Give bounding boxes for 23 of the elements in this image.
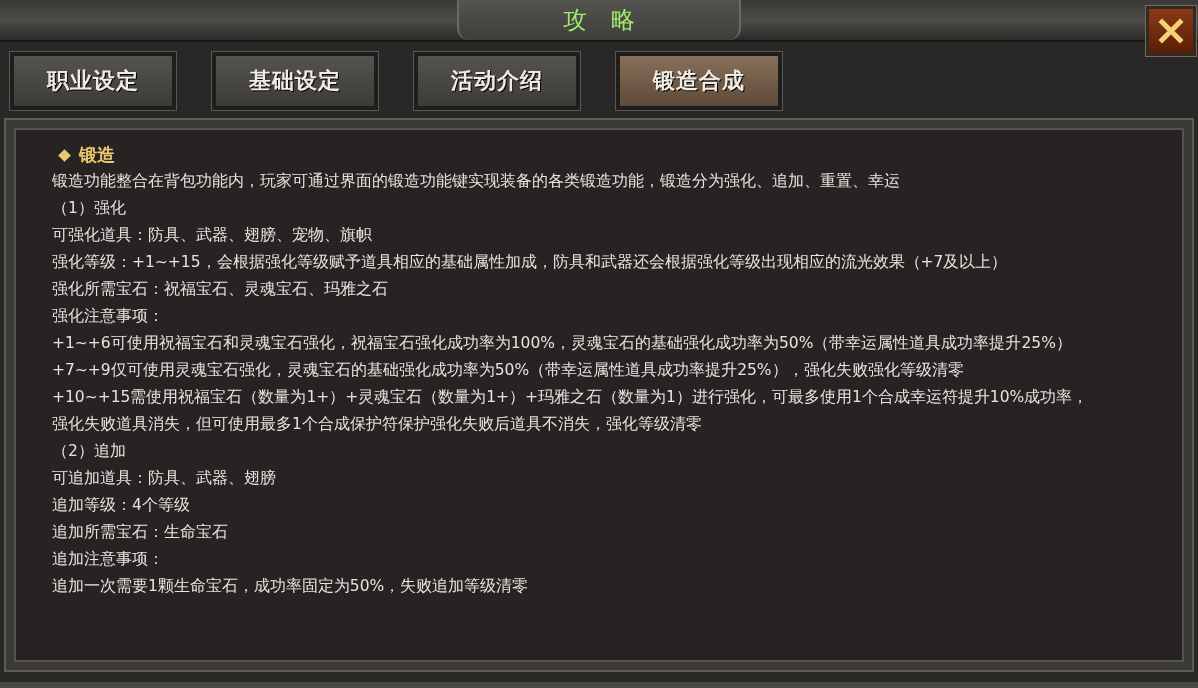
text-line: 可追加道具：防具、武器、翅膀 [52, 468, 277, 489]
tab[interactable]: 锻造合成 [616, 52, 782, 110]
text-line: 追加注意事项： [52, 549, 165, 570]
text-line: （2）追加 [52, 441, 127, 462]
window-title: 攻 略 [563, 5, 635, 36]
text-line: （1）强化 [52, 198, 127, 219]
close-button[interactable] [1146, 6, 1196, 56]
text-line: +1~+6可使用祝福宝石和灵魂宝石强化，祝福宝石强化成功率为100%，灵魂宝石的基础强化成功率为50%（带幸运属性道具成功率提升25%） [52, 333, 1073, 354]
text-line: 锻造功能整合在背包功能内，玩家可通过界面的锻造功能键实现装备的各类锻造功能，锻造分为强化、追加、重置、幸运 [52, 171, 901, 192]
text-line: 强化等级：+1~+15，会根据强化等级赋予道具相应的基础属性加成，防具和武器还会根据强化等级出现相应的流光效果（+7及以上） [52, 252, 1009, 273]
text-line: 强化注意事项： [52, 306, 165, 327]
tab[interactable]: 活动介绍 [414, 52, 580, 110]
text-line: 追加所需宝石：生命宝石 [52, 522, 229, 543]
text-line: 强化所需宝石：祝福宝石、灵魂宝石、玛雅之石 [52, 279, 389, 300]
text-line: +7~+9仅可使用灵魂宝石强化，灵魂宝石的基础强化成功率为50%（带幸运属性道具成功率提升25%），强化失败强化等级清零 [52, 360, 965, 381]
tab[interactable]: 职业设定 [10, 52, 176, 110]
section-heading: 锻造 [79, 143, 115, 167]
tab[interactable]: 基础设定 [212, 52, 378, 110]
text-line: 可强化道具：防具、武器、翅膀、宠物、旗帜 [52, 225, 373, 246]
text-line: 追加等级：4个等级 [52, 495, 191, 516]
close-icon [1158, 18, 1184, 44]
text-line: +10~+15需使用祝福宝石（数量为1+）+灵魂宝石（数量为1+）+玛雅之石（数量为1）进行强化，可最多使用1个合成幸运符提升10%成功率，强化失败道具消失，但可使用最多1个合成保护符保护强化失败后道具不消失，强化等级清零 [52, 387, 1090, 435]
text-line: 追加一次需要1颗生命宝石，成功率固定为50%，失败追加等级清零 [52, 576, 530, 597]
